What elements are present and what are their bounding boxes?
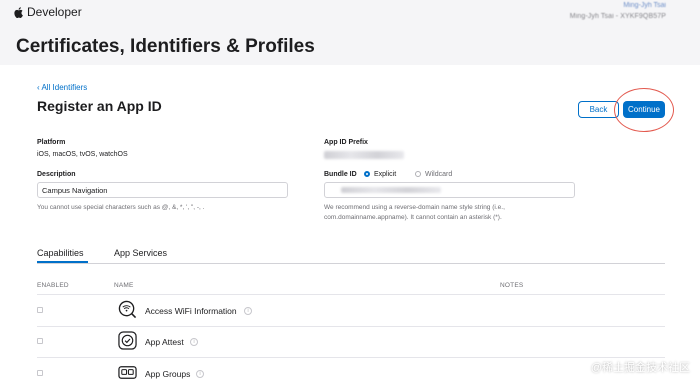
register-app-id-title: Register an App ID <box>37 98 162 114</box>
back-button[interactable]: Back <box>578 101 619 118</box>
page-title: Certificates, Identifiers & Profiles <box>16 36 315 57</box>
bundle-id-label: Bundle ID <box>324 171 357 178</box>
capability-name: App Attest <box>145 337 184 347</box>
enable-checkbox-app-attest[interactable] <box>37 338 43 344</box>
account-team: Ming-Jyh Tsai - XYKF9QB57P <box>569 13 666 20</box>
platform-value: iOS, macOS, tvOS, watchOS <box>37 151 128 158</box>
platform-label: Platform <box>37 139 66 146</box>
app-id-prefix-value-redacted <box>324 151 404 159</box>
enable-checkbox-wifi-info[interactable] <box>37 307 43 313</box>
capability-name: App Groups <box>145 369 191 379</box>
bundle-id-input[interactable] <box>324 182 575 198</box>
app-groups-icon <box>118 366 137 379</box>
explicit-radio-label: Explicit <box>374 171 397 178</box>
capability-name: Access WiFi Information <box>145 306 237 316</box>
brand-label: Developer <box>27 5 82 19</box>
tab-app-services[interactable]: App Services <box>114 248 167 258</box>
wildcard-radio[interactable] <box>415 171 421 177</box>
column-notes: NOTES <box>500 282 524 289</box>
explicit-radio[interactable] <box>364 171 370 177</box>
tab-capabilities[interactable]: Capabilities <box>37 248 84 258</box>
continue-highlight-annotation <box>614 88 674 132</box>
description-hint: You cannot use special characters such a… <box>37 204 205 211</box>
bundle-id-hint-line1: We recommend using a reverse-domain name… <box>324 204 505 211</box>
description-label: Description <box>37 171 76 178</box>
bundle-id-hint-line2: com.domainname.appname). It cannot conta… <box>324 214 502 221</box>
site-watermark: @稀土掘金技术社区 <box>590 362 690 374</box>
info-icon[interactable]: i <box>190 338 198 346</box>
column-enabled: ENABLED <box>37 282 69 289</box>
info-icon[interactable]: i <box>244 307 252 315</box>
enable-checkbox-app-groups[interactable] <box>37 370 43 376</box>
bundle-id-value-redacted <box>341 187 441 193</box>
apple-logo-icon <box>14 6 23 18</box>
tabs-divider <box>37 263 665 264</box>
wildcard-radio-label: Wildcard <box>425 171 453 178</box>
info-icon[interactable]: i <box>196 370 204 378</box>
row-divider <box>37 326 665 327</box>
all-identifiers-link[interactable]: ‹ All Identifiers <box>37 83 87 92</box>
app-id-prefix-label: App ID Prefix <box>324 139 368 146</box>
account-name[interactable]: Ming-Jyh Tsai <box>623 2 666 9</box>
app-attest-icon <box>118 331 137 350</box>
wifi-info-icon <box>118 300 137 319</box>
row-divider <box>37 357 665 358</box>
description-input[interactable]: Campus Navigation <box>37 182 288 198</box>
apple-developer-logo[interactable]: Developer <box>14 5 82 19</box>
table-header-divider <box>37 294 665 295</box>
column-name: NAME <box>114 282 134 289</box>
